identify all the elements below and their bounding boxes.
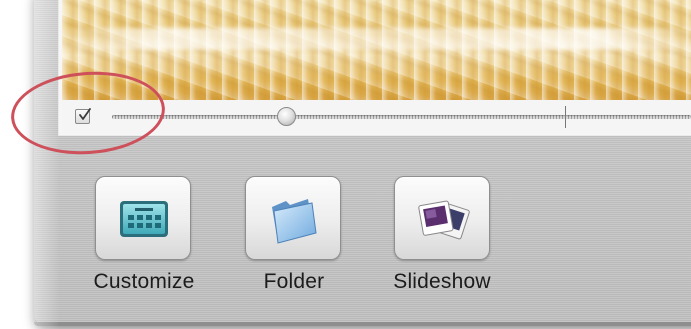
customize-button[interactable]	[95, 176, 191, 260]
slideshow-button[interactable]	[394, 176, 490, 260]
photo-thumbnail[interactable]	[62, 0, 691, 100]
customize-label: Customize	[93, 270, 195, 293]
folder-icon	[272, 199, 317, 244]
slideshow-label: Slideshow	[393, 270, 491, 293]
zoom-slider-knob[interactable]	[276, 107, 296, 126]
slideshow-icon	[418, 200, 470, 240]
window-bottom-edge	[34, 322, 691, 326]
customize-grid-icon	[120, 201, 168, 237]
folder-button[interactable]	[245, 176, 341, 260]
slider-tick-mark	[565, 106, 566, 128]
zoom-slider-track[interactable]	[112, 115, 691, 119]
folder-label: Folder	[263, 270, 325, 293]
